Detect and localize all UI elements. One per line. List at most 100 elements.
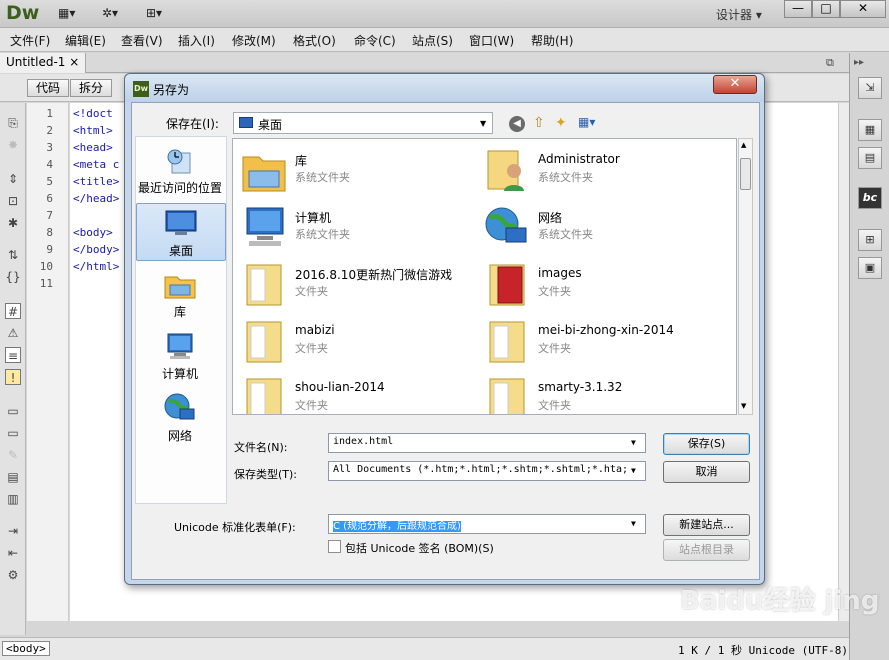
list-item[interactable]: 网络 系统文件夹 [480, 202, 720, 254]
place-network[interactable]: 网络 [136, 389, 226, 447]
list-item[interactable]: mabizi 文件夹 [237, 316, 477, 368]
split-view-button[interactable]: 拆分 [70, 79, 113, 97]
show-code-navigator-icon[interactable]: ✸ [5, 137, 21, 153]
business-catalyst-icon[interactable]: bc [858, 187, 882, 209]
files-panel-icon[interactable]: ⊞ [858, 229, 882, 251]
place-computer[interactable]: 计算机 [136, 327, 226, 385]
restore-icon[interactable]: ⧉ [826, 56, 834, 70]
line-numbers-icon[interactable]: # [5, 303, 21, 319]
menu-format[interactable]: 格式(O) [293, 32, 336, 49]
code-view-button[interactable]: 代码 [27, 79, 70, 97]
menu-window[interactable]: 窗口(W) [469, 32, 514, 49]
chevron-down-icon[interactable]: ▼ [631, 466, 636, 475]
list-item[interactable]: 2016.8.10更新热门微信游戏 文件夹 [237, 259, 477, 311]
menu-site[interactable]: 站点(S) [412, 32, 453, 49]
list-item[interactable]: mei-bi-zhong-xin-2014 文件夹 [480, 316, 720, 368]
menu-view[interactable]: 查看(V) [121, 32, 163, 49]
indent-code-icon[interactable]: ⇥ [5, 523, 21, 539]
up-folder-icon[interactable]: ⇧ [533, 115, 545, 131]
list-item[interactable]: shou-lian-2014 文件夹 [237, 373, 477, 414]
move-css-icon[interactable]: ▥ [5, 491, 21, 507]
site-icon[interactable]: ⊞▾ [146, 6, 162, 20]
menu-file[interactable]: 文件(F) [10, 32, 50, 49]
close-icon[interactable]: × [69, 55, 79, 69]
bom-checkbox[interactable] [328, 540, 341, 553]
place-desktop[interactable]: 桌面 [136, 203, 226, 261]
place-label: 最近访问的位置 [137, 181, 222, 195]
list-item[interactable]: images 文件夹 [480, 259, 720, 311]
tag-selector[interactable]: <body> [2, 641, 50, 656]
menu-insert[interactable]: 插入(I) [178, 32, 215, 49]
file-name: 库 [295, 154, 308, 168]
file-list[interactable]: 库 系统文件夹 Administrator 系统文件夹 计算机 系统文件夹 网络… [232, 138, 737, 415]
place-recent[interactable]: 最近访问的位置 [136, 141, 226, 199]
place-library[interactable]: 库 [136, 265, 226, 323]
collapse-tag-icon[interactable]: ⇕ [5, 171, 21, 187]
format-source-icon[interactable]: ⚙ [5, 567, 21, 583]
unicode-form-label: Unicode 标准化表单(F): [174, 521, 296, 534]
dialog-body: 保存在(I): 桌面 ▼ ◀ ⇧ ✦ ▦▾ 最近访问的位置 桌面 库 计算机 网… [131, 102, 760, 580]
css-panel-icon[interactable]: ▦ [858, 119, 882, 141]
select-parent-tag-icon[interactable]: ⇅ [5, 247, 21, 263]
maximize-button[interactable]: □ [812, 0, 840, 18]
list-item[interactable]: 计算机 系统文件夹 [237, 202, 477, 254]
list-item[interactable]: smarty-3.1.32 文件夹 [480, 373, 720, 414]
syntax-error-icon[interactable]: ! [5, 369, 21, 385]
highlight-invalid-icon[interactable]: ⚠ [5, 325, 21, 341]
places-bar: 最近访问的位置 桌面 库 计算机 网络 [135, 136, 227, 504]
open-documents-icon[interactable]: ⎘ [5, 115, 21, 131]
apply-comment-icon[interactable]: ▭ [5, 403, 21, 419]
dialog-titlebar[interactable]: Dw 另存为 ✕ [125, 74, 764, 102]
close-button[interactable]: ✕ [840, 0, 886, 18]
expand-all-icon[interactable]: ✱ [5, 215, 21, 231]
gear-icon[interactable]: ✲▾ [102, 6, 118, 20]
scroll-thumb[interactable] [740, 158, 751, 190]
file-type: 文件夹 [538, 285, 571, 298]
computer-icon [241, 206, 287, 253]
filename-input[interactable]: index.html ▼ [328, 433, 646, 453]
site-root-button[interactable]: 站点根目录 [663, 539, 750, 561]
chevron-down-icon[interactable]: ▼ [631, 438, 636, 447]
collapse-selection-icon[interactable]: ⊡ [5, 193, 21, 209]
menu-commands[interactable]: 命令(C) [354, 32, 396, 49]
cancel-button[interactable]: 取消 [663, 461, 750, 483]
scroll-up-icon[interactable]: ▲ [741, 141, 746, 149]
file-list-scrollbar[interactable]: ▲ ▼ [738, 138, 753, 415]
dialog-close-button[interactable]: ✕ [713, 75, 757, 94]
word-wrap-icon[interactable]: ≡ [5, 347, 21, 363]
menu-modify[interactable]: 修改(M) [232, 32, 276, 49]
save-button[interactable]: 保存(S) [663, 433, 750, 455]
menu-help[interactable]: 帮助(H) [531, 32, 573, 49]
layout-icon[interactable]: ▦▾ [58, 6, 75, 20]
menu-edit[interactable]: 编辑(E) [65, 32, 106, 49]
editor-scrollbar[interactable] [838, 103, 849, 621]
file-name: mei-bi-zhong-xin-2014 [538, 323, 674, 337]
list-item[interactable]: 库 系统文件夹 [237, 145, 477, 197]
save-in-dropdown[interactable]: 桌面 ▼ [233, 112, 493, 134]
workspace-switcher[interactable]: 设计器 ▾ [716, 6, 762, 23]
scroll-down-icon[interactable]: ▼ [741, 402, 746, 410]
assets-panel-icon[interactable]: ▣ [858, 257, 882, 279]
line-number: 4 [46, 158, 53, 171]
tab-untitled[interactable]: Untitled-1 × [0, 53, 87, 73]
insert-panel-icon[interactable]: ⇲ [858, 77, 882, 99]
outdent-code-icon[interactable]: ⇤ [5, 545, 21, 561]
new-site-button[interactable]: 新建站点... [663, 514, 750, 536]
new-folder-icon[interactable]: ✦ [555, 115, 567, 131]
file-name: images [538, 266, 582, 280]
chevron-down-icon[interactable]: ▼ [631, 519, 636, 528]
back-icon[interactable]: ◀ [509, 116, 525, 132]
watermark: Baidu经验 jingyan.baidu.com [680, 586, 880, 616]
filetype-select[interactable]: All Documents (*.htm;*.html;*.shtm;*.sht… [328, 461, 646, 481]
remove-comment-icon[interactable]: ▭ [5, 425, 21, 441]
recent-snippets-icon[interactable]: ▤ [5, 469, 21, 485]
unicode-form-select[interactable]: C (规范分解，后跟规范合成) ▼ [328, 514, 646, 534]
wrap-tag-icon[interactable]: ✎ [5, 447, 21, 463]
list-item[interactable]: Administrator 系统文件夹 [480, 145, 720, 197]
minimize-button[interactable]: — [784, 0, 812, 18]
balance-braces-icon[interactable]: {} [5, 269, 21, 285]
view-menu-icon[interactable]: ▦▾ [578, 115, 595, 129]
collapse-icon[interactable]: ▸▸ [854, 57, 864, 68]
status-bar: <body> 1 K / 1 秒 Unicode (UTF-8) [0, 637, 849, 660]
ap-elements-icon[interactable]: ▤ [858, 147, 882, 169]
